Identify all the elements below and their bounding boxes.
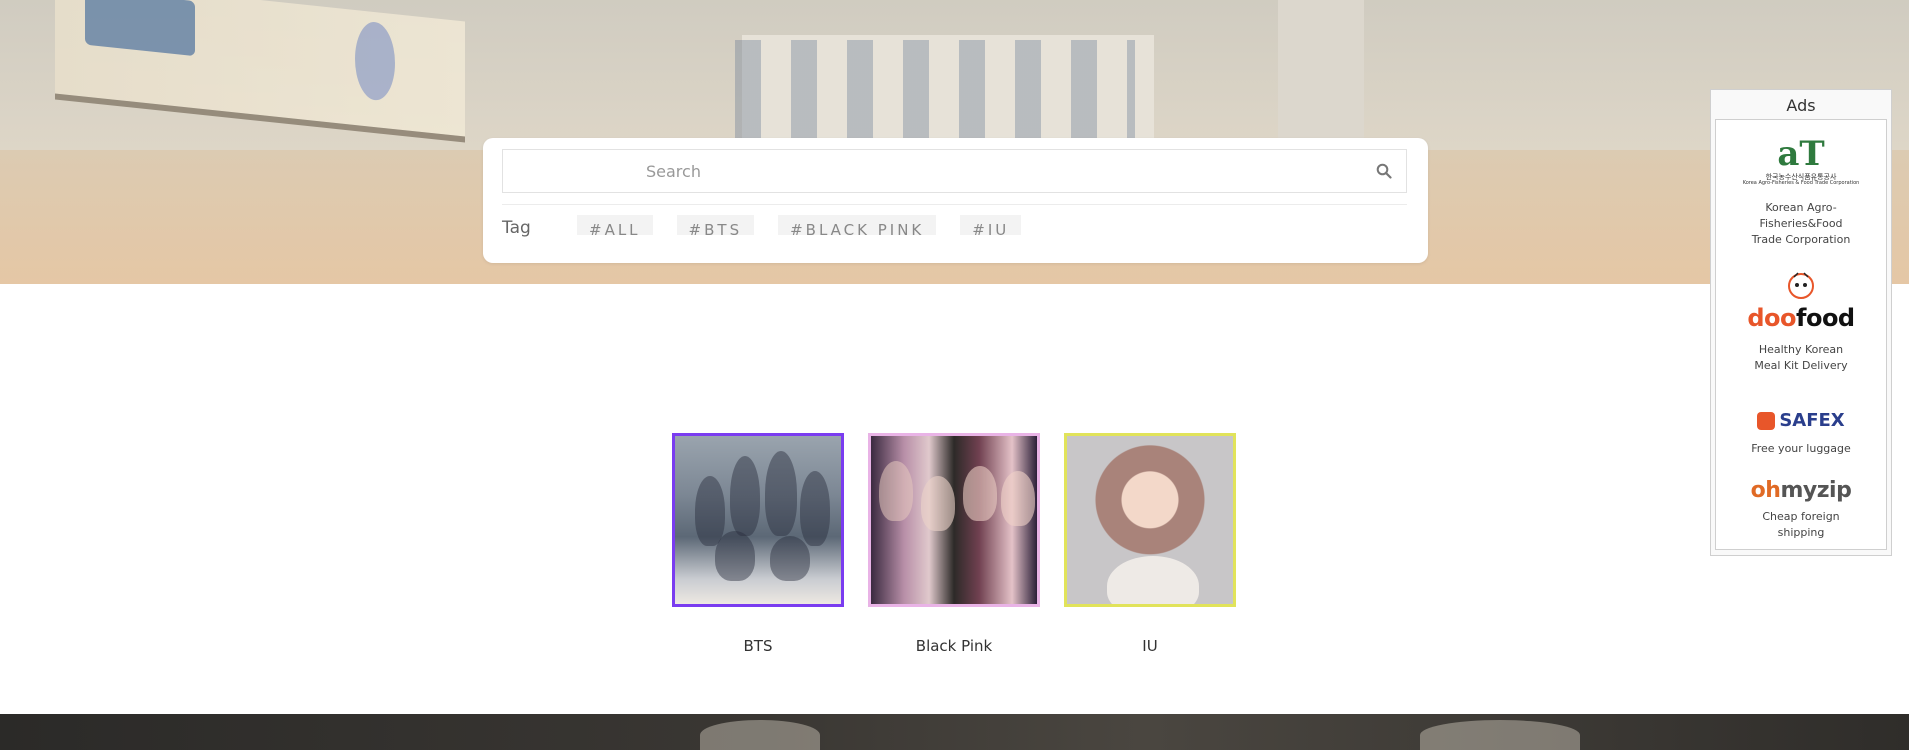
tag-list: #ALL #BTS #BLACK PINK #IU — [577, 215, 1022, 239]
safex-icon — [1757, 411, 1776, 430]
ad-at[interactable]: aT 한국농수산식품유통공사 Korea Agro-Fisheries & Fo… — [1716, 134, 1886, 248]
artist-card-bts[interactable]: BTS — [669, 433, 847, 655]
tag-black-pink[interactable]: #BLACK PINK — [778, 215, 937, 239]
at-logo[interactable]: aT — [1716, 134, 1886, 174]
ads-title: Ads — [1786, 96, 1816, 115]
ad-at-desc[interactable]: Korean Agro-Fisheries&Food Trade Corpora… — [1716, 200, 1886, 248]
trailer-panel — [85, 0, 195, 57]
artist-card-black-pink[interactable]: Black Pink — [865, 433, 1043, 655]
search-input[interactable] — [503, 150, 1406, 192]
ad-ohmyzip-desc[interactable]: Cheap foreign shipping — [1716, 509, 1886, 541]
hero-tower — [1278, 0, 1364, 140]
ad-doofood-desc[interactable]: Healthy Korean Meal Kit Delivery — [1716, 342, 1886, 374]
artist-name-iu[interactable]: IU — [1061, 637, 1239, 655]
search-divider — [502, 204, 1407, 205]
tag-iu[interactable]: #IU — [960, 215, 1022, 239]
ad-ohmyzip[interactable]: ohmyzip Cheap foreign shipping — [1716, 478, 1886, 541]
artist-name-bts[interactable]: BTS — [669, 637, 847, 655]
search-icon[interactable] — [1376, 163, 1392, 179]
ad-doofood[interactable]: doofood Healthy Korean Meal Kit Delivery — [1716, 270, 1886, 374]
artist-card-iu[interactable]: IU — [1061, 433, 1239, 655]
at-logo-text: aT — [1777, 134, 1825, 174]
safex-logo[interactable]: SAFEX — [1716, 410, 1886, 431]
doofood-mascot-icon — [1788, 272, 1814, 299]
search-box — [502, 149, 1407, 193]
artist-grid: BTS Black Pink IU — [669, 433, 1239, 655]
ohmyzip-logo[interactable]: ohmyzip — [1716, 478, 1886, 503]
artist-photo-iu[interactable] — [1064, 433, 1236, 607]
footer-band — [0, 714, 1909, 750]
footer-decor — [1420, 720, 1580, 750]
artist-name-black-pink[interactable]: Black Pink — [865, 637, 1043, 655]
tag-bts[interactable]: #BTS — [676, 215, 755, 239]
tag-all[interactable]: #ALL — [577, 215, 653, 239]
ads-panel: Ads aT 한국농수산식품유통공사 Korea Agro-Fisheries … — [1710, 89, 1892, 556]
ads-list: aT 한국농수산식품유통공사 Korea Agro-Fisheries & Fo… — [1715, 119, 1887, 550]
search-card: Tag #ALL #BTS #BLACK PINK #IU — [483, 138, 1428, 263]
at-logo-subtitle-en: Korea Agro-Fisheries & Food Trade Corpor… — [1742, 180, 1860, 186]
doofood-logo[interactable]: doofood — [1716, 304, 1886, 332]
ad-safex-desc[interactable]: Free your luggage — [1716, 441, 1886, 457]
footer-decor — [700, 720, 820, 750]
tag-label: Tag — [502, 218, 531, 238]
hero-people — [735, 40, 1135, 140]
trailer-logo — [355, 19, 395, 103]
artist-photo-black-pink[interactable] — [868, 433, 1040, 607]
artist-photo-bts[interactable] — [672, 433, 844, 607]
ad-safex[interactable]: SAFEX Free your luggage — [1716, 410, 1886, 457]
